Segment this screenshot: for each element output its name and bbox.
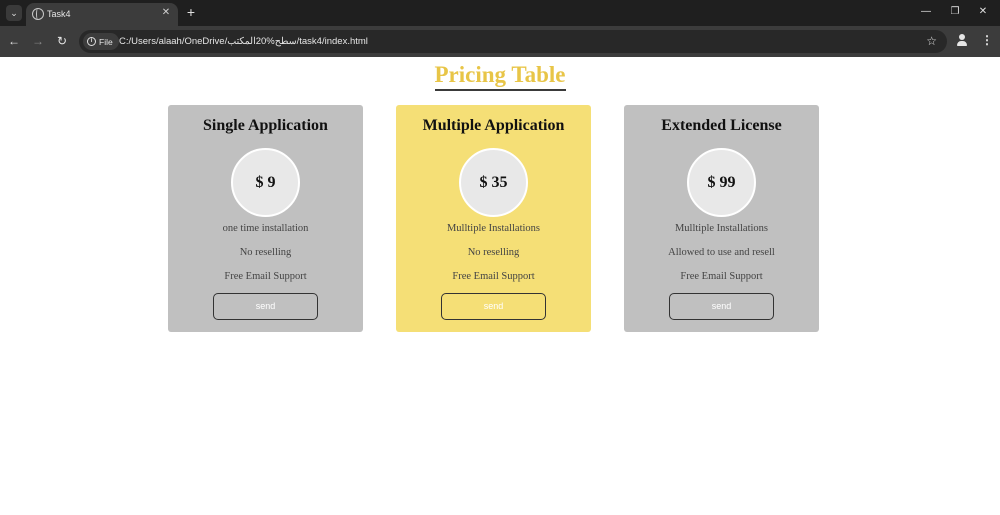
close-tab-icon[interactable]: ✕	[160, 7, 172, 19]
tab-search-chevron-icon[interactable]: ⌄	[6, 5, 22, 21]
browser-toolbar: ← → ↻ i File C:/Users/alaah/OneDrive/سطح…	[0, 26, 1000, 57]
pricing-card-extended: Extended License $ 99 Mulltiple Installa…	[624, 105, 819, 332]
site-info-chip[interactable]: i File	[83, 33, 119, 50]
price-badge: $ 35	[459, 148, 528, 217]
pricing-card-multiple: Multiple Application $ 35 Mulltiple Inst…	[396, 105, 591, 332]
page-title-wrap: Pricing Table	[0, 62, 1000, 91]
address-bar[interactable]: i File C:/Users/alaah/OneDrive/سطح%20الم…	[79, 30, 947, 53]
send-button[interactable]: send	[213, 293, 318, 320]
price-badge: $ 9	[231, 148, 300, 217]
feature-item: No reselling	[467, 247, 520, 258]
forward-arrow-icon[interactable]: →	[31, 34, 45, 48]
feature-item: one time installation	[222, 223, 309, 234]
price-badge: $ 99	[687, 148, 756, 217]
send-button[interactable]: send	[669, 293, 774, 320]
send-button[interactable]: send	[441, 293, 546, 320]
info-icon: i	[87, 37, 96, 46]
browser-tab[interactable]: Task4 ✕	[26, 3, 178, 26]
plan-name: Extended License	[661, 117, 782, 134]
more-menu-icon[interactable]: ⋮	[980, 33, 994, 47]
back-arrow-icon[interactable]: ←	[7, 34, 21, 48]
profile-icon[interactable]	[955, 33, 969, 47]
feature-item: Free Email Support	[452, 271, 535, 282]
file-label: File	[99, 36, 113, 47]
minimize-icon[interactable]: —	[919, 5, 933, 19]
window-close-icon[interactable]: ✕	[976, 5, 990, 19]
url-text[interactable]: C:/Users/alaah/OneDrive/سطح%20المكتب/tas…	[119, 35, 368, 48]
plan-name: Single Application	[203, 117, 328, 134]
reload-icon[interactable]: ↻	[55, 34, 69, 48]
browser-tab-bar: ⌄ Task4 ✕ + — ❐ ✕	[0, 0, 1000, 26]
feature-item: Free Email Support	[680, 271, 763, 282]
plan-name: Multiple Application	[422, 117, 565, 134]
page-content: Pricing Table Single Application $ 9 one…	[0, 57, 1000, 515]
feature-item: Free Email Support	[224, 271, 307, 282]
globe-icon	[32, 7, 44, 20]
feature-item: No reselling	[239, 247, 292, 258]
feature-item: Mulltiple Installations	[674, 223, 769, 234]
tab-title: Task4	[47, 9, 71, 19]
page-title: Pricing Table	[434, 62, 566, 91]
bookmark-star-icon[interactable]: ☆	[926, 34, 937, 48]
feature-item: Mulltiple Installations	[446, 223, 541, 234]
restore-icon[interactable]: ❐	[948, 5, 962, 19]
pricing-card-single: Single Application $ 9 one time installa…	[168, 105, 363, 332]
new-tab-icon[interactable]: +	[184, 5, 198, 19]
feature-item: Allowed to use and resell	[668, 247, 775, 258]
